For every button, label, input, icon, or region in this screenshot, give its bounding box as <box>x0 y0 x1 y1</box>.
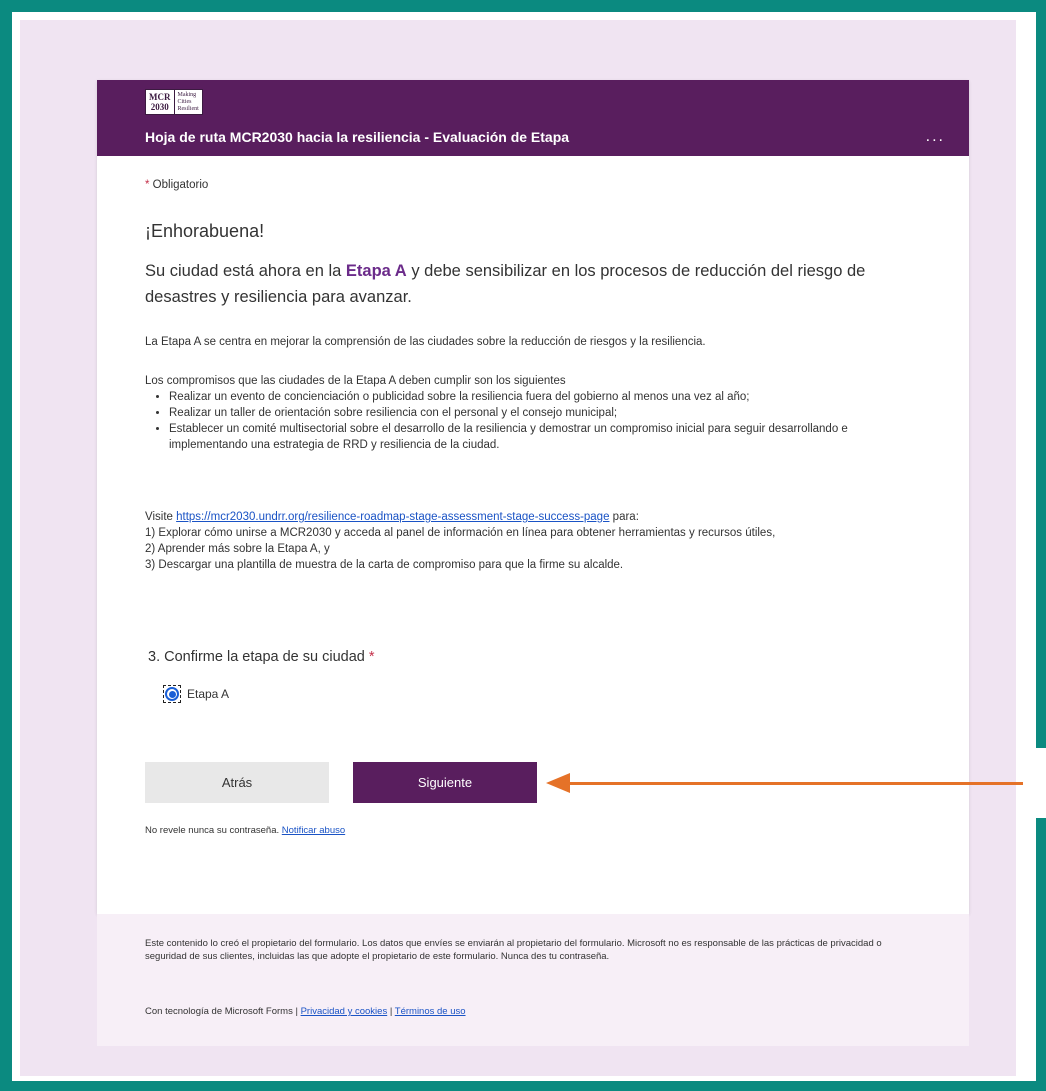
terms-link[interactable]: Términos de uso <box>395 1006 466 1017</box>
stage-lead-text: Su ciudad está ahora en la Etapa A y deb… <box>145 258 905 310</box>
logo-box: MCR 2030 <box>145 89 175 115</box>
annotation-arrow-head-icon <box>546 773 570 793</box>
option-label[interactable]: Etapa A <box>187 687 229 701</box>
question-3: 3. Confirme la etapa de su ciudad * <box>148 649 375 665</box>
option-etapa-a[interactable]: Etapa A <box>163 685 229 703</box>
radio-focus-ring[interactable] <box>163 685 181 703</box>
commitments-intro: Los compromisos que las ciudades de la E… <box>145 375 566 387</box>
privacy-link[interactable]: Privacidad y cookies <box>301 1006 388 1017</box>
footer-disclaimer: Este contenido lo creó el propietario de… <box>145 938 882 962</box>
more-options-icon[interactable]: ... <box>926 128 945 146</box>
logo-text-line1: Making <box>177 91 197 98</box>
report-abuse-link[interactable]: Notificar abuso <box>282 825 345 836</box>
visit-item: 3) Descargar una plantilla de muestra de… <box>145 559 624 571</box>
form-card: MCR 2030 Making Cities Resilient Hoja de… <box>97 80 969 914</box>
question-number: 3. <box>148 649 161 665</box>
question-text: Confirme la etapa de su ciudad <box>164 649 365 665</box>
password-note-text: No revele nunca su contraseña. <box>145 825 282 836</box>
required-note: * Obligatorio <box>145 179 208 191</box>
question-required-star: * <box>368 649 375 665</box>
resource-link[interactable]: https://mcr2030.undrr.org/resilience-roa… <box>176 511 609 523</box>
form-title: Hoja de ruta MCR2030 hacia la resilienci… <box>145 129 570 145</box>
visit-item: 2) Aprender más sobre la Etapa A, y <box>145 543 330 555</box>
powered-by: Con tecnología de Microsoft Forms | <box>145 1006 301 1017</box>
visit-paragraph: Visite https://mcr2030.undrr.org/resilie… <box>145 509 885 573</box>
mcr2030-logo: MCR 2030 Making Cities Resilient <box>145 89 203 115</box>
lead-stage: Etapa A <box>345 262 407 280</box>
lead-before: Su ciudad está ahora en la <box>145 262 346 280</box>
logo-text-line2: Cities <box>177 98 192 105</box>
required-note-text: Obligatorio <box>149 179 209 191</box>
radio-selected-dot <box>168 690 176 698</box>
radio-button[interactable] <box>165 687 179 701</box>
footer-separator: | <box>387 1006 395 1017</box>
form-footer: Este contenido lo creó el propietario de… <box>97 914 969 1046</box>
back-button[interactable]: Atrás <box>145 762 329 803</box>
visit-prefix: Visite <box>145 511 177 523</box>
visit-item: 1) Explorar cómo unirse a MCR2030 y acce… <box>145 527 776 539</box>
password-note: No revele nunca su contraseña. Notificar… <box>145 825 345 836</box>
form-header: MCR 2030 Making Cities Resilient Hoja de… <box>97 80 969 156</box>
stage-description: La Etapa A se centra en mejorar la compr… <box>145 336 706 348</box>
commitments-list: Realizar un evento de concienciación o p… <box>145 389 909 453</box>
visit-suffix: para: <box>609 511 639 523</box>
list-item: Realizar un taller de orientación sobre … <box>169 405 909 421</box>
congrats-heading: ¡Enhorabuena! <box>145 221 265 241</box>
next-button[interactable]: Siguiente <box>353 762 537 803</box>
list-item: Realizar un evento de concienciación o p… <box>169 389 909 405</box>
logo-text: Making Cities Resilient <box>174 89 203 115</box>
logo-box-line1: MCR <box>149 92 171 102</box>
annotation-arrow-shaft <box>568 782 1023 785</box>
footer-links: Con tecnología de Microsoft Forms | Priv… <box>145 1006 466 1017</box>
logo-text-line3: Resilient <box>177 105 199 112</box>
list-item: Establecer un comité multisectorial sobr… <box>169 421 909 453</box>
logo-box-line2: 2030 <box>150 102 169 112</box>
